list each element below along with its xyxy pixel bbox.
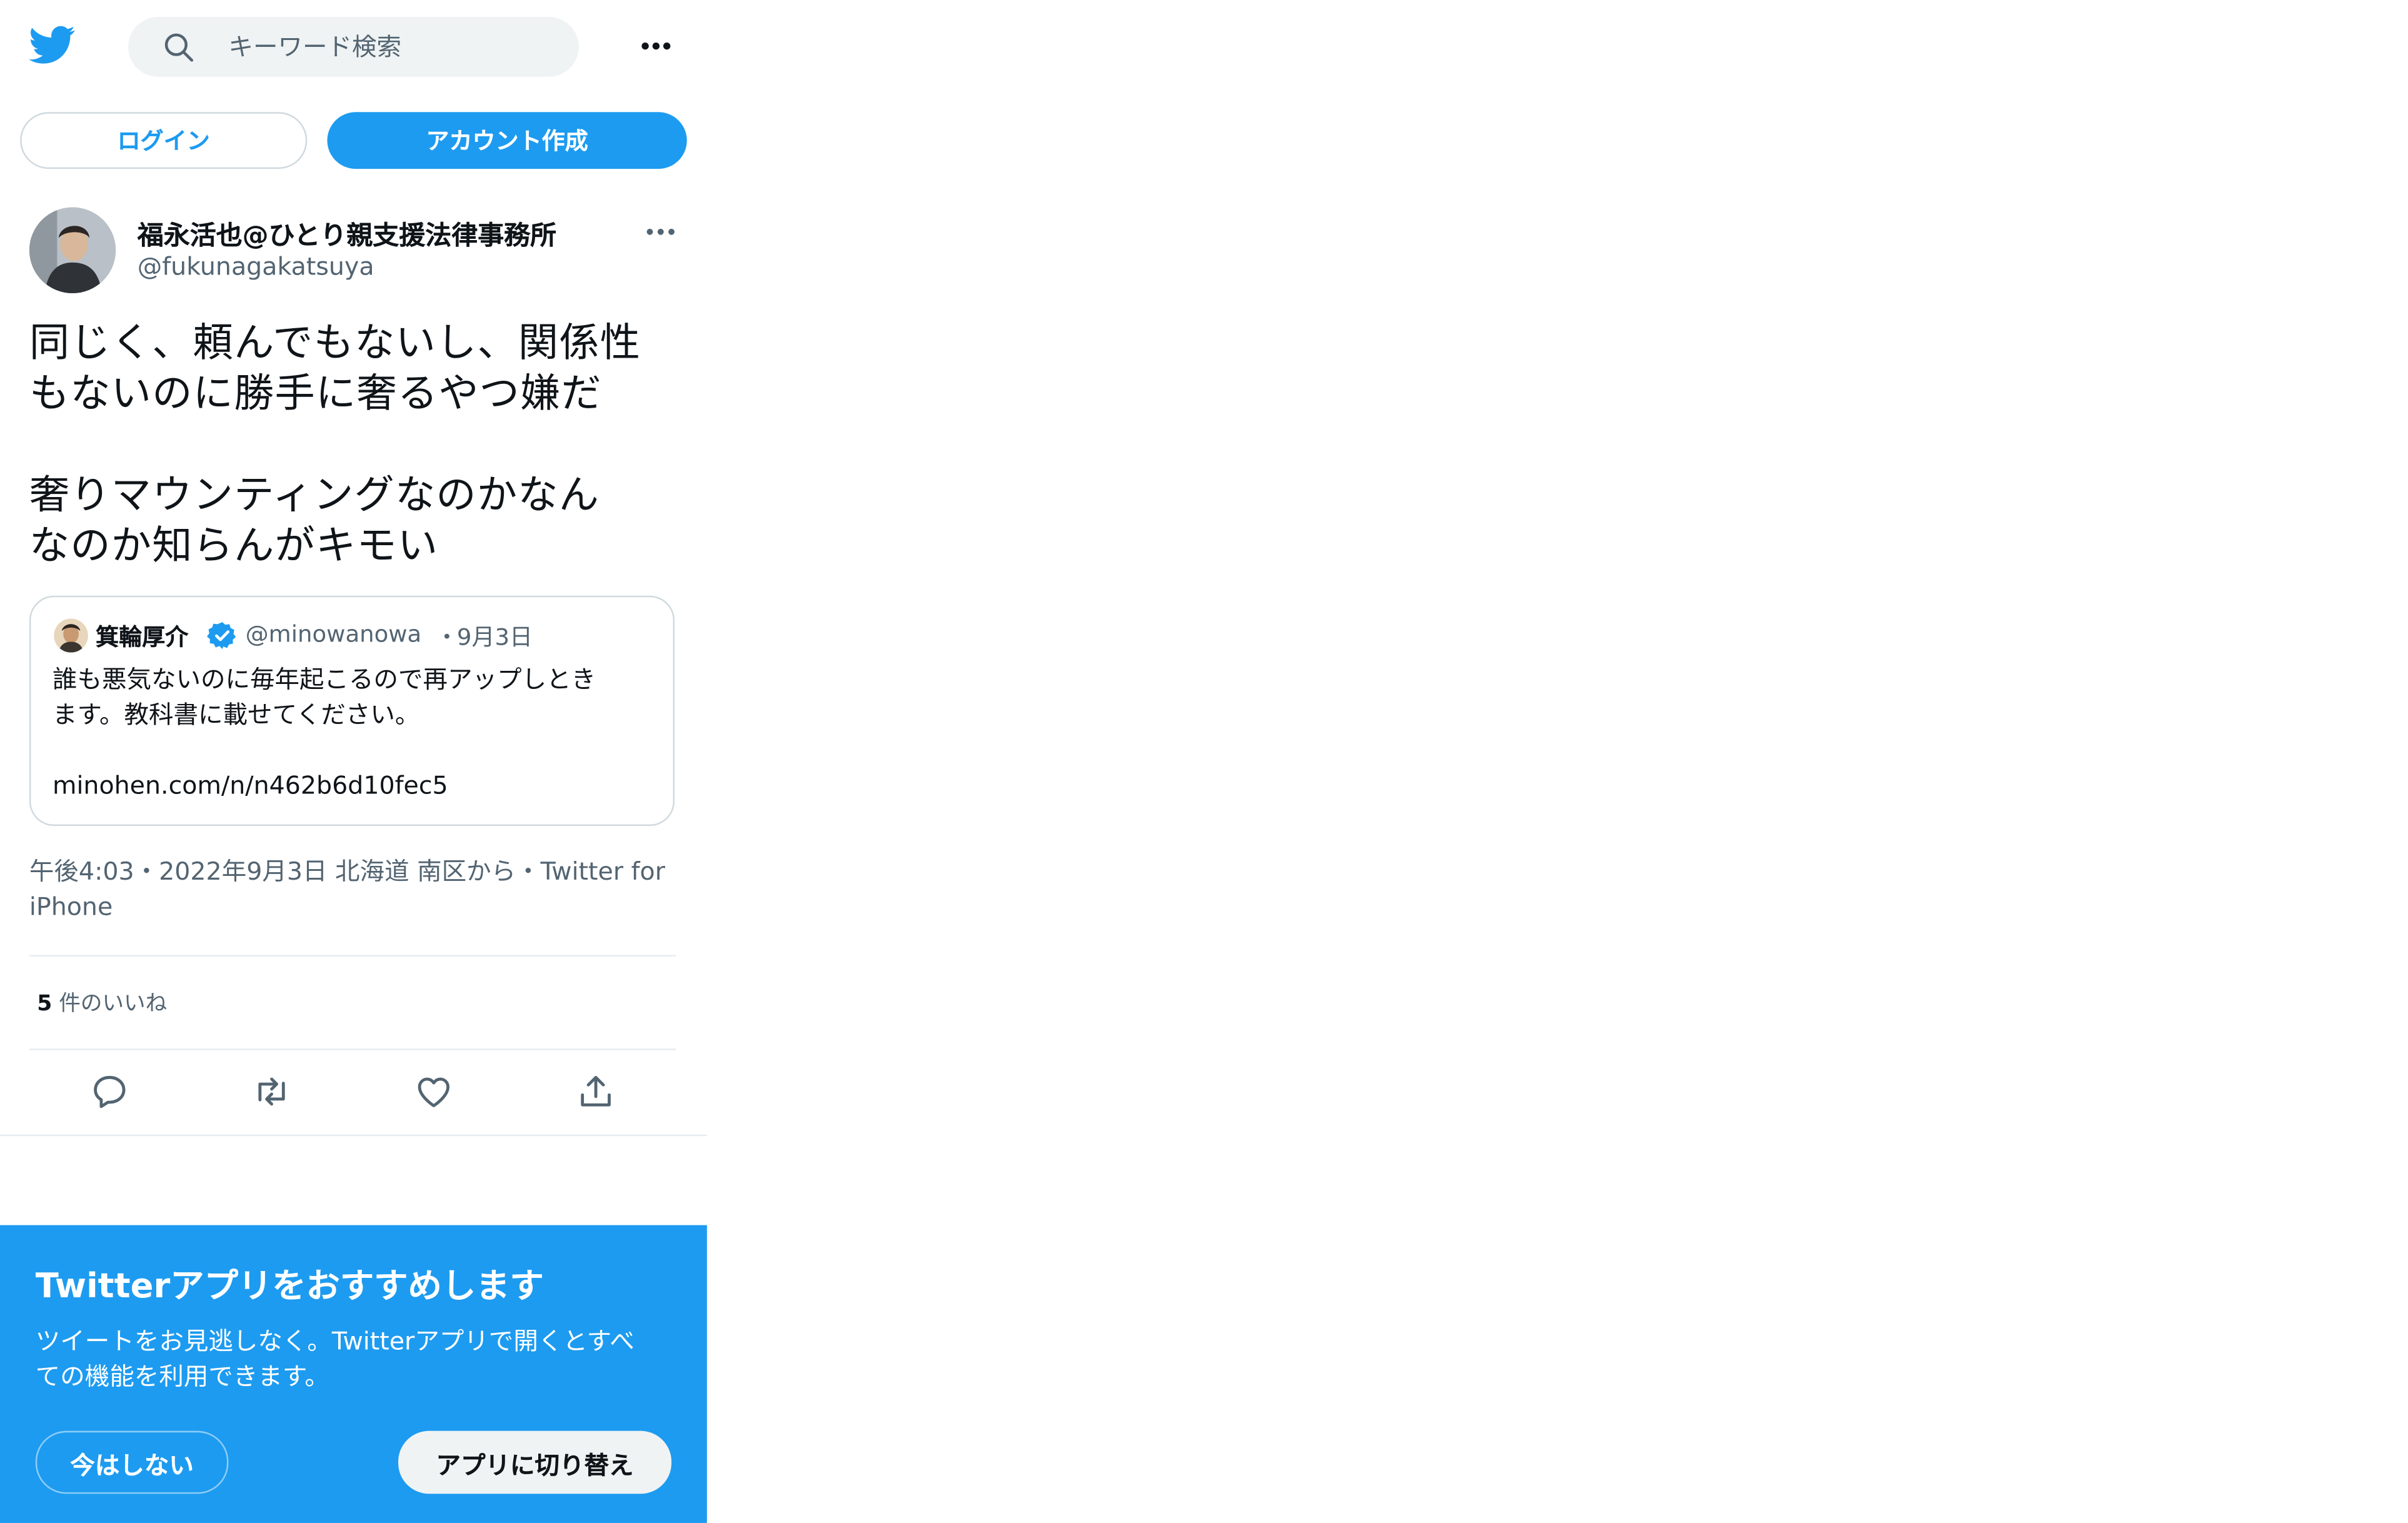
search-input[interactable] bbox=[213, 17, 584, 77]
quoted-author-avatar bbox=[54, 618, 88, 653]
quoted-author-handle: @minowanowa bbox=[245, 620, 422, 648]
like-icon[interactable] bbox=[414, 1072, 454, 1112]
share-icon[interactable] bbox=[576, 1072, 616, 1112]
switch-to-app-button[interactable]: アプリに切り替え bbox=[398, 1430, 672, 1494]
banner-title: Twitterアプリをおすすめします bbox=[35, 1268, 544, 1307]
divider bbox=[29, 1048, 676, 1050]
author-name[interactable]: 福永活也@ひとり親支援法律事務所 bbox=[138, 213, 556, 252]
tweet-timestamp[interactable]: 午後4:03・2022年9月3日 北海道 南区から・Twitter for iP… bbox=[29, 853, 678, 924]
author-handle[interactable]: @fukunagakatsuya bbox=[138, 252, 374, 281]
tweet-text: 同じく、頼んでもないし、関係性 もないのに勝手に奢るやつ嫌だ 奢りマウンティング… bbox=[29, 321, 641, 570]
signup-button[interactable]: アカウント作成 bbox=[327, 112, 687, 169]
tweet-more-icon[interactable] bbox=[639, 213, 682, 250]
quoted-separator: ・ bbox=[435, 623, 459, 651]
search-icon bbox=[162, 31, 196, 64]
twitter-bird-icon[interactable] bbox=[28, 21, 77, 68]
divider bbox=[29, 955, 676, 957]
quoted-tweet-text: 誰も悪気ないのに毎年起こるので再アップしとき ます。教科書に載せてください。 m… bbox=[52, 665, 596, 800]
banner-text: ツイートをお見逃しなく。Twitterアプリで開くとすべ ての機能を利用できます… bbox=[35, 1326, 635, 1391]
quoted-author-name: 箕輪厚介 bbox=[96, 623, 189, 651]
author-avatar[interactable] bbox=[29, 207, 116, 294]
tweet-page: ログイン アカウント作成 福永活也@ひとり親支援法律事務所 @fukunagak… bbox=[0, 0, 2408, 1523]
verified-badge-icon bbox=[207, 620, 238, 651]
not-now-button[interactable]: 今はしない bbox=[35, 1430, 229, 1494]
likes-count[interactable]: 5 件のいいね bbox=[37, 987, 167, 1018]
login-button[interactable]: ログイン bbox=[20, 112, 308, 169]
likes-number: 5 bbox=[37, 992, 53, 1017]
likes-label: 件のいいね bbox=[59, 992, 168, 1017]
reply-icon[interactable] bbox=[89, 1072, 129, 1112]
divider bbox=[0, 1134, 707, 1137]
retweet-icon[interactable] bbox=[251, 1072, 291, 1112]
more-horizontal-icon[interactable] bbox=[635, 28, 678, 64]
quoted-date: 9月3日 bbox=[456, 623, 533, 651]
